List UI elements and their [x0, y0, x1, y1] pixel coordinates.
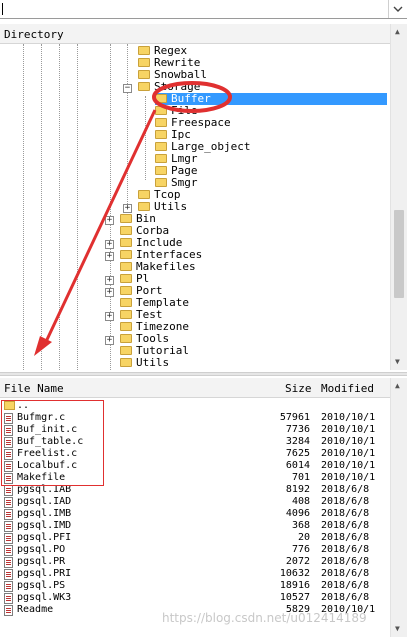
- folder-icon: [120, 249, 132, 259]
- tree-guide-line: [59, 44, 60, 370]
- folder-icon: [120, 213, 132, 223]
- folder-icon: [155, 177, 167, 187]
- expand-toggle[interactable]: +: [105, 312, 114, 321]
- pane-splitter[interactable]: [0, 372, 407, 376]
- tree-guide-line: [77, 44, 78, 370]
- file-icon: [4, 581, 13, 592]
- folder-icon: [155, 165, 167, 175]
- directory-header: Directory: [0, 24, 407, 44]
- folder-open-icon: [138, 81, 150, 91]
- file-icon: [4, 545, 13, 556]
- file-icon: [4, 557, 13, 568]
- expand-toggle[interactable]: +: [105, 252, 114, 261]
- file-row[interactable]: pgsql.PO 776 2018/6/8: [0, 544, 390, 556]
- file-icon: [4, 593, 13, 604]
- folder-icon: [155, 129, 167, 139]
- column-size[interactable]: Size: [285, 382, 312, 395]
- file-row[interactable]: pgsql.PS 18916 2018/6/8: [0, 580, 390, 592]
- tree-item[interactable]: Large_object: [155, 141, 250, 153]
- folder-icon: [120, 321, 132, 331]
- file-icon: [4, 497, 13, 508]
- expand-toggle[interactable]: +: [105, 336, 114, 345]
- folder-icon: [138, 45, 150, 55]
- file-icon: [4, 485, 13, 496]
- folder-icon: [120, 285, 132, 295]
- expand-toggle[interactable]: +: [105, 276, 114, 285]
- folder-icon: [120, 237, 132, 247]
- tree-item[interactable]: Utils: [120, 357, 169, 369]
- folder-icon: [120, 273, 132, 283]
- file-row[interactable]: pgsql.PRI 10632 2018/6/8: [0, 568, 390, 580]
- collapse-toggle[interactable]: −: [123, 84, 132, 93]
- tree-guide-line: [23, 44, 24, 370]
- file-row[interactable]: pgsql.PR 2072 2018/6/8: [0, 556, 390, 568]
- tree-guide-line: [41, 44, 42, 370]
- scroll-down-icon[interactable]: ▼: [395, 357, 400, 366]
- tree-item[interactable]: Makefiles: [120, 261, 196, 273]
- folder-icon: [120, 345, 132, 355]
- dropdown-button[interactable]: [388, 0, 407, 18]
- tree-guide-line: [110, 44, 111, 370]
- folder-icon: [120, 357, 132, 367]
- scroll-up-icon[interactable]: ▲: [395, 27, 400, 36]
- column-file-name[interactable]: File Name: [4, 382, 64, 395]
- file-row[interactable]: pgsql.IMD 368 2018/6/8: [0, 520, 390, 532]
- file-icon: [4, 509, 13, 520]
- tree-item[interactable]: Freespace: [155, 117, 231, 129]
- file-icon: [4, 569, 13, 580]
- file-row[interactable]: pgsql.PFI 20 2018/6/8: [0, 532, 390, 544]
- folder-icon: [155, 141, 167, 151]
- scroll-down-icon[interactable]: ▼: [395, 624, 400, 633]
- chevron-down-icon: [393, 6, 403, 12]
- folder-icon: [155, 105, 167, 115]
- file-icon: [4, 521, 13, 532]
- folder-icon: [120, 333, 132, 343]
- folder-icon: [155, 117, 167, 127]
- file-icon: [4, 533, 13, 544]
- folder-icon: [138, 189, 150, 199]
- column-modified[interactable]: Modified: [321, 382, 374, 395]
- expand-toggle[interactable]: +: [105, 288, 114, 297]
- file-row[interactable]: pgsql.IAD 408 2018/6/8: [0, 496, 390, 508]
- folder-icon: [155, 153, 167, 163]
- file-list-header: File Name Size Modified: [0, 378, 407, 398]
- folder-icon: [138, 57, 150, 67]
- scroll-up-icon[interactable]: ▲: [395, 381, 400, 390]
- folder-icon: [155, 93, 167, 103]
- file-row[interactable]: pgsql.WK3 10527 2018/6/8: [0, 592, 390, 604]
- scrollbar-thumb[interactable]: [394, 210, 404, 298]
- expand-toggle[interactable]: +: [105, 240, 114, 249]
- watermark: https://blog.csdn.net/u012414189: [162, 611, 367, 625]
- folder-icon: [138, 201, 150, 211]
- tree-guide-line: [127, 44, 128, 204]
- directory-tree[interactable]: Regex Rewrite Snowball − Storage Buffer …: [0, 44, 390, 370]
- folder-icon: [120, 261, 132, 271]
- expand-toggle[interactable]: +: [105, 216, 114, 225]
- tree-guide-line: [145, 96, 146, 180]
- folder-icon: [120, 225, 132, 235]
- annotation-box: [1, 400, 104, 486]
- folder-icon: [120, 309, 132, 319]
- directory-header-title: Directory: [4, 28, 64, 41]
- folder-icon: [138, 69, 150, 79]
- file-row[interactable]: pgsql.IMB 4096 2018/6/8: [0, 508, 390, 520]
- text-caret: [2, 3, 3, 15]
- file-icon: [4, 605, 13, 616]
- file-list-scrollbar[interactable]: ▲ ▼: [390, 378, 407, 637]
- folder-icon: [120, 297, 132, 307]
- path-combo[interactable]: [0, 0, 407, 19]
- expand-toggle[interactable]: +: [123, 204, 132, 213]
- tree-scrollbar[interactable]: ▲ ▼: [390, 24, 407, 370]
